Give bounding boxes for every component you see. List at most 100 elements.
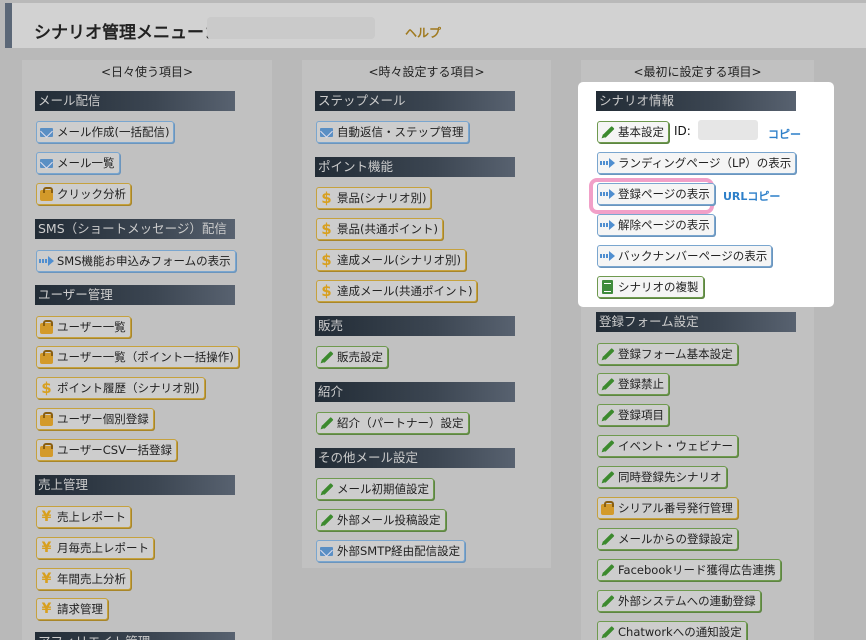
landing-page-label: ランディングページ（LP）の表示 bbox=[618, 156, 792, 170]
prize-common-label: 景品(共通ポイント) bbox=[337, 222, 438, 236]
yearly-analysis-label: 年間売上分析 bbox=[57, 572, 126, 586]
duplicate-scenario-label: シナリオの複製 bbox=[618, 280, 699, 294]
pencil-icon bbox=[600, 376, 615, 392]
registration-items-label: 登録項目 bbox=[618, 408, 664, 422]
point-history-button[interactable]: $ ポイント履歴（シナリオ別) bbox=[36, 377, 205, 399]
sms-form-button[interactable]: SMS機能お申込みフォームの表示 bbox=[36, 250, 236, 272]
copy-link[interactable]: コピー bbox=[768, 126, 801, 142]
form-basic-button[interactable]: 登録フォーム基本設定 bbox=[597, 343, 738, 365]
external-post-button[interactable]: 外部メール投稿設定 bbox=[316, 509, 446, 531]
simultaneous-registration-label: 同時登録先シナリオ bbox=[618, 470, 722, 484]
user-list-points-button[interactable]: ユーザー一覧（ポイント一括操作) bbox=[36, 346, 239, 368]
achieve-mail-scenario-button[interactable]: $ 達成メール(シナリオ別) bbox=[316, 249, 466, 271]
mail-create-label: メール作成(一括配信) bbox=[57, 125, 170, 139]
pencil-icon bbox=[600, 407, 615, 423]
url-copy-link[interactable]: URLコピー bbox=[723, 188, 780, 204]
click-analysis-label: クリック分析 bbox=[57, 187, 126, 201]
basic-settings-button[interactable]: 基本設定 bbox=[597, 121, 669, 143]
user-list-button[interactable]: ユーザー一覧 bbox=[36, 316, 131, 338]
column-daily-title: <日々使う項目> bbox=[100, 65, 194, 79]
mail-list-button[interactable]: メール一覧 bbox=[36, 152, 120, 174]
referral-partner-label: 紹介（パートナー）設定 bbox=[337, 416, 464, 430]
landing-page-button[interactable]: ランディングページ（LP）の表示 bbox=[597, 152, 797, 174]
auto-reply-label: 自動返信・ステップ管理 bbox=[337, 125, 464, 139]
mail-icon bbox=[319, 124, 334, 140]
billing-label: 請求管理 bbox=[57, 602, 103, 616]
mail-defaults-button[interactable]: メール初期値設定 bbox=[316, 478, 434, 500]
mail-create-button[interactable]: メール作成(一括配信) bbox=[36, 121, 175, 143]
pencil-icon bbox=[319, 349, 334, 365]
section-referral: 紹介 bbox=[315, 382, 515, 402]
id-label: ID: bbox=[674, 124, 691, 138]
yearly-analysis-button[interactable]: ¥ 年間売上分析 bbox=[36, 568, 131, 590]
section-scenario-info: シナリオ情報 bbox=[596, 91, 796, 111]
user-register-button[interactable]: ユーザー個別登録 bbox=[36, 408, 154, 430]
backnumber-page-button[interactable]: バックナンバーページの表示 bbox=[597, 245, 773, 267]
arrow-icon bbox=[600, 217, 615, 233]
achieve-mail-common-button[interactable]: $ 達成メール(共通ポイント) bbox=[316, 280, 478, 302]
column-periodic-title: <時々設定する項目> bbox=[368, 65, 485, 79]
mail-registration-button[interactable]: メールからの登録設定 bbox=[597, 528, 738, 550]
user-list-points-label: ユーザー一覧（ポイント一括操作) bbox=[57, 350, 234, 364]
sales-settings-button[interactable]: 販売設定 bbox=[316, 346, 388, 368]
external-smtp-button[interactable]: 外部SMTP経由配信設定 bbox=[316, 540, 466, 562]
referral-partner-button[interactable]: 紹介（パートナー）設定 bbox=[316, 412, 469, 434]
dollar-icon: $ bbox=[41, 379, 52, 397]
section-affiliate: アフィリエイト管理 bbox=[35, 632, 235, 640]
facebook-lead-label: Facebookリード獲得広告連携 bbox=[618, 563, 776, 577]
achieve-mail-common-label: 達成メール(共通ポイント) bbox=[337, 284, 473, 298]
user-csv-button[interactable]: ユーザーCSV一括登録 bbox=[36, 439, 177, 461]
mail-icon bbox=[319, 543, 334, 559]
pencil-icon bbox=[319, 481, 334, 497]
sales-report-label: 売上レポート bbox=[57, 510, 126, 524]
section-sms: SMS（ショートメッセージ）配信 bbox=[35, 219, 235, 239]
yen-icon: ¥ bbox=[41, 601, 52, 617]
prize-common-button[interactable]: $ 景品(共通ポイント) bbox=[316, 218, 443, 240]
prize-scenario-button[interactable]: $ 景品(シナリオ別) bbox=[316, 187, 432, 209]
form-basic-label: 登録フォーム基本設定 bbox=[618, 347, 733, 361]
point-history-label: ポイント履歴（シナリオ別) bbox=[57, 381, 200, 395]
help-link[interactable]: ヘルプ bbox=[405, 24, 441, 41]
pencil-icon bbox=[600, 438, 615, 454]
dollar-icon: $ bbox=[321, 282, 332, 300]
mail-icon bbox=[39, 155, 54, 171]
user-csv-label: ユーザーCSV一括登録 bbox=[57, 443, 172, 457]
external-post-label: 外部メール投稿設定 bbox=[337, 513, 441, 527]
pencil-icon bbox=[600, 346, 615, 362]
pencil-icon bbox=[600, 593, 615, 609]
section-points: ポイント機能 bbox=[315, 157, 515, 177]
prize-scenario-label: 景品(シナリオ別) bbox=[337, 191, 427, 205]
external-system-button[interactable]: 外部システムへの連動登録 bbox=[597, 590, 761, 612]
unsubscribe-page-button[interactable]: 解除ページの表示 bbox=[597, 214, 715, 236]
bag-icon bbox=[39, 186, 54, 202]
click-analysis-button[interactable]: クリック分析 bbox=[36, 183, 131, 205]
registration-page-button[interactable]: 登録ページの表示 bbox=[597, 183, 715, 205]
monthly-report-button[interactable]: ¥ 月毎売上レポート bbox=[36, 537, 154, 559]
serial-number-label: シリアル番号発行管理 bbox=[618, 501, 733, 515]
simultaneous-registration-button[interactable]: 同時登録先シナリオ bbox=[597, 466, 727, 488]
serial-number-button[interactable]: シリアル番号発行管理 bbox=[597, 497, 738, 519]
arrow-icon bbox=[39, 253, 54, 269]
event-webinar-button[interactable]: イベント・ウェビナー bbox=[597, 435, 738, 457]
backnumber-page-label: バックナンバーページの表示 bbox=[618, 249, 768, 263]
bag-icon bbox=[39, 442, 54, 458]
id-value-redacted bbox=[698, 120, 758, 140]
facebook-lead-button[interactable]: Facebookリード獲得広告連携 bbox=[597, 559, 781, 581]
duplicate-scenario-button[interactable]: シナリオの複製 bbox=[597, 276, 704, 298]
external-smtp-label: 外部SMTP経由配信設定 bbox=[337, 544, 461, 558]
arrow-icon bbox=[600, 155, 615, 171]
event-webinar-label: イベント・ウェビナー bbox=[618, 439, 733, 453]
pencil-icon bbox=[319, 512, 334, 528]
bag-icon bbox=[600, 500, 615, 516]
registration-items-button[interactable]: 登録項目 bbox=[597, 404, 669, 426]
sales-report-button[interactable]: ¥ 売上レポート bbox=[36, 506, 131, 528]
section-mail: メール配信 bbox=[35, 91, 235, 111]
auto-reply-button[interactable]: 自動返信・ステップ管理 bbox=[316, 121, 469, 143]
registration-ban-button[interactable]: 登録禁止 bbox=[597, 373, 669, 395]
billing-button[interactable]: ¥ 請求管理 bbox=[36, 598, 108, 620]
external-system-label: 外部システムへの連動登録 bbox=[618, 594, 756, 608]
section-user: ユーザー管理 bbox=[35, 285, 235, 305]
chatwork-notify-button[interactable]: Chatworkへの通知設定 bbox=[597, 621, 747, 640]
achieve-mail-scenario-label: 達成メール(シナリオ別) bbox=[337, 253, 461, 267]
scenario-name-redacted bbox=[207, 17, 375, 39]
